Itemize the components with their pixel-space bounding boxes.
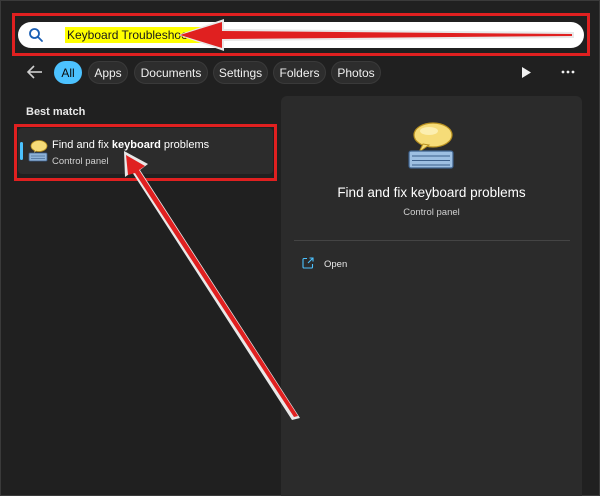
best-match-heading: Best match <box>26 106 86 118</box>
selection-indicator <box>20 142 23 160</box>
play-icon[interactable] <box>521 67 531 78</box>
keyboard-help-icon <box>28 140 48 162</box>
result-title: Find and fix keyboard problems <box>52 139 210 151</box>
open-action[interactable]: Open <box>324 259 347 270</box>
filter-documents[interactable]: Documents <box>134 61 208 84</box>
best-match-result[interactable]: Find and fix keyboard problems Control p… <box>18 128 273 174</box>
preview-title: Find and fix keyboard problems <box>337 185 526 200</box>
open-external-icon[interactable] <box>302 257 314 269</box>
search-icon <box>29 28 43 42</box>
filter-folders[interactable]: Folders <box>273 61 326 84</box>
keyboard-help-icon <box>408 122 454 169</box>
result-subtitle: Control panel <box>52 156 109 167</box>
search-input[interactable]: Keyboard Troubleshooter <box>18 22 584 48</box>
divider <box>294 240 570 241</box>
filter-all[interactable]: All <box>54 61 82 84</box>
filter-apps[interactable]: Apps <box>88 61 128 84</box>
more-icon[interactable] <box>561 70 575 74</box>
search-query-text: Keyboard Troubleshooter <box>65 27 204 43</box>
back-arrow-icon[interactable] <box>26 64 44 80</box>
filter-settings[interactable]: Settings <box>213 61 268 84</box>
preview-subtitle: Control panel <box>403 207 460 218</box>
preview-pane: Find and fix keyboard problems Control p… <box>281 96 582 496</box>
filter-photos[interactable]: Photos <box>331 61 381 84</box>
